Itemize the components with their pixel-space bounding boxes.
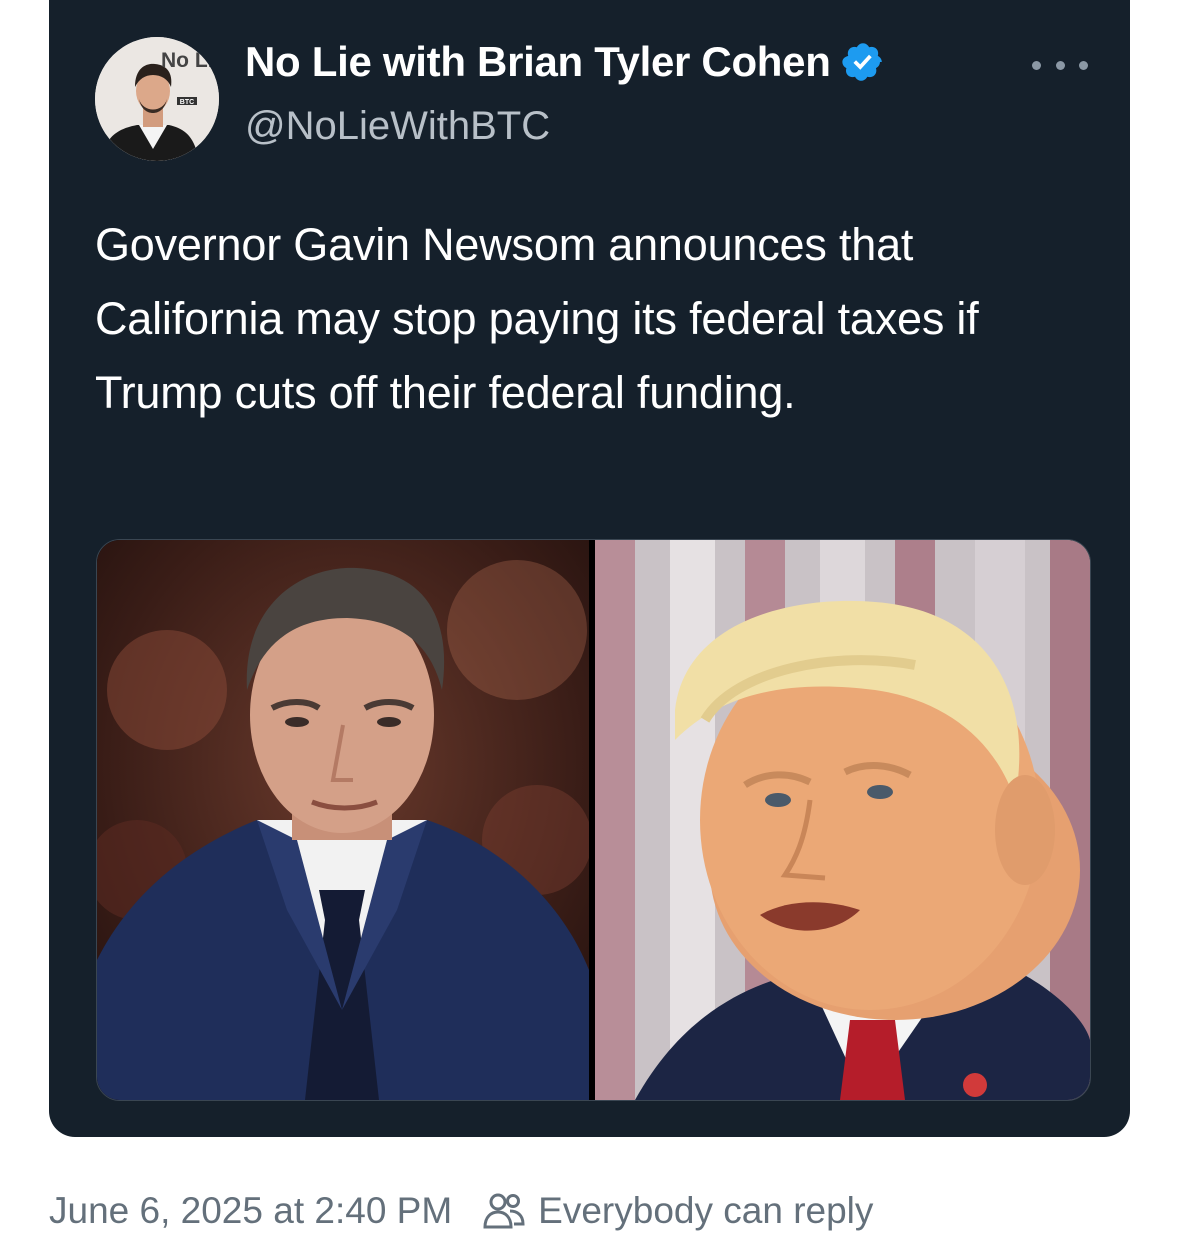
author-name[interactable]: No Lie with Brian Tyler Cohen [245,38,885,86]
tweet-text: Governor Gavin Newsom announces that Cal… [95,219,979,418]
people-icon [482,1191,526,1231]
more-dot [1055,60,1065,70]
verified-badge-icon [841,40,885,84]
more-dot [1032,60,1041,70]
tweet-timestamp[interactable]: June 6, 2025 at 2:40 PM [49,1190,452,1232]
more-icon[interactable] [1032,50,1088,80]
newsom-photo[interactable] [97,540,589,1100]
tweet-media[interactable] [96,539,1091,1101]
author-handle[interactable]: @NoLieWithBTC [245,104,550,149]
author-display-name[interactable]: No Lie with Brian Tyler Cohen [245,38,831,86]
author-avatar[interactable]: No Lie BTC [95,37,219,161]
tweet-meta: June 6, 2025 at 2:40 PM Everybody can re… [49,1186,873,1236]
reply-setting[interactable]: Everybody can reply [538,1190,873,1232]
avatar-badge-text: BTC [180,99,194,106]
avatar-logo-text: No Lie [161,49,219,72]
tweet-card[interactable]: No Lie BTC No Lie with Brian Tyler Cohen… [49,0,1130,1137]
trump-photo[interactable] [595,540,1090,1100]
more-dot [1079,60,1088,70]
